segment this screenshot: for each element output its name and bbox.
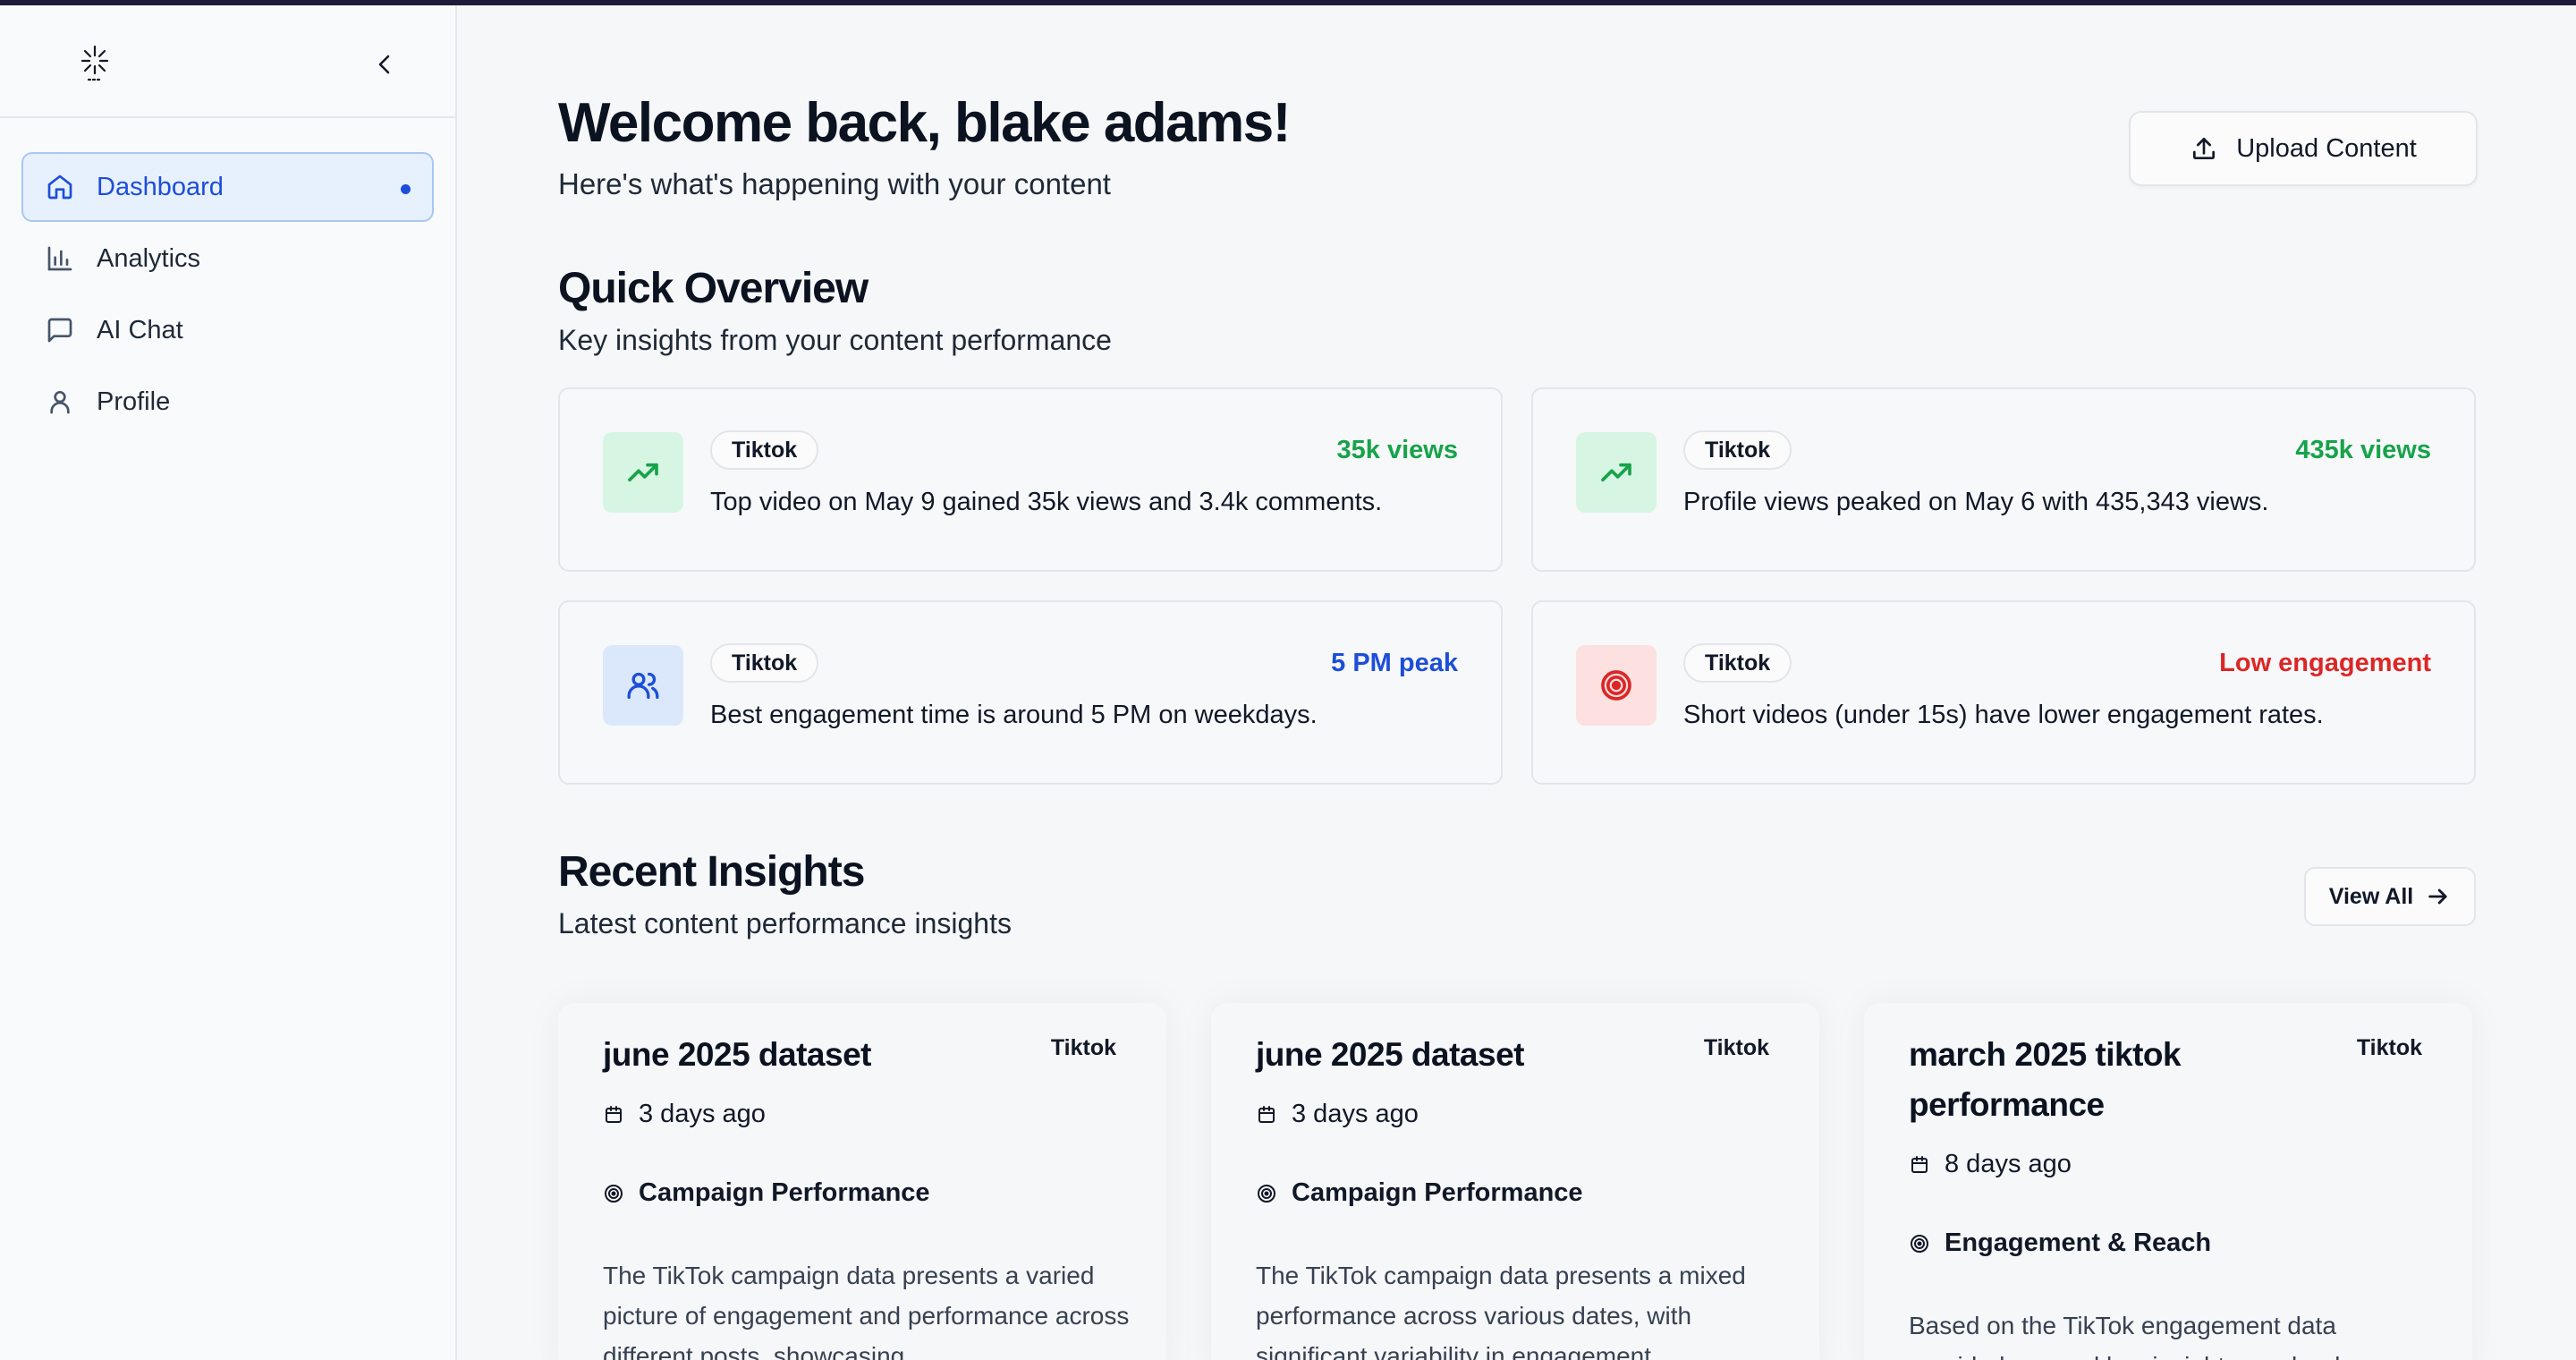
insight-platform: Tiktok: [1703, 1035, 1769, 1060]
platform-badge: Tiktok: [1683, 430, 1792, 470]
target-icon: [603, 1183, 624, 1204]
overview-card[interactable]: Tiktok 35k views Top video on May 9 gain…: [558, 387, 1503, 572]
insight-category: Campaign Performance: [603, 1178, 930, 1208]
insight-category-label: Campaign Performance: [639, 1178, 930, 1207]
upload-content-label: Upload Content: [2236, 133, 2417, 163]
insight-title: june 2025 dataset: [1256, 1036, 1524, 1073]
insight-date-label: 3 days ago: [639, 1100, 766, 1128]
insight-date: 8 days ago: [1909, 1150, 2072, 1179]
sidebar-item-profile[interactable]: Profile: [21, 367, 434, 437]
section-title: Quick Overview: [558, 265, 869, 312]
overview-text: Profile views peaked on May 6 with 435,3…: [1683, 488, 2269, 516]
calendar-icon: [603, 1104, 624, 1126]
insight-title: march 2025 tiktok performance: [1909, 1036, 2182, 1123]
chevron-left-icon: [378, 55, 390, 74]
section-subtitle: Latest content performance insights: [558, 907, 1012, 939]
insight-card[interactable]: june 2025 dataset Tiktok 3 days ago Camp…: [558, 1003, 1166, 1360]
sidebar-item-label: Dashboard: [97, 172, 224, 201]
upload-content-button[interactable]: Upload Content: [2129, 111, 2478, 186]
platform-badge: Tiktok: [710, 643, 819, 683]
sidebar-nav: Dashboard Analytics AI Chat Profile: [0, 118, 455, 437]
overview-text: Best engagement time is around 5 PM on w…: [710, 701, 1318, 729]
trending-up-icon: [603, 432, 683, 513]
message-square-icon: [45, 315, 75, 345]
calendar-icon: [1256, 1104, 1277, 1126]
recent-insights-header: Recent Insights Latest content performan…: [558, 847, 2476, 940]
sidebar-item-label: AI Chat: [97, 315, 183, 344]
insight-platform: Tiktok: [2356, 1035, 2422, 1060]
view-all-label: View All: [2328, 883, 2414, 909]
platform-badge: Tiktok: [710, 430, 819, 470]
insight-date-label: 3 days ago: [1292, 1100, 1419, 1128]
active-indicator-dot: [401, 184, 411, 194]
sidebar: Dashboard Analytics AI Chat Profile: [0, 5, 457, 1360]
quick-overview-section: Quick Overview Key insights from your co…: [558, 264, 2476, 785]
insight-category-label: Engagement & Reach: [1945, 1228, 2212, 1257]
insight-card[interactable]: june 2025 dataset Tiktok 3 days ago Camp…: [1211, 1003, 1819, 1360]
sidebar-header: [0, 5, 455, 118]
platform-badge: Tiktok: [1683, 643, 1792, 683]
insight-category: Engagement & Reach: [1909, 1228, 2211, 1258]
metric-value: 5 PM peak: [1331, 649, 1458, 677]
insight-date-label: 8 days ago: [1945, 1150, 2072, 1178]
collapse-sidebar-button[interactable]: [367, 47, 402, 82]
insight-category: Campaign Performance: [1256, 1178, 1583, 1208]
bar-chart-icon: [45, 243, 75, 274]
sidebar-item-label: Profile: [97, 387, 171, 416]
calendar-icon: [1909, 1154, 1930, 1176]
sidebar-item-dashboard[interactable]: Dashboard: [21, 152, 434, 222]
insight-body: The TikTok campaign data presents a vari…: [603, 1262, 1130, 1360]
logo-icon[interactable]: [77, 43, 113, 84]
insight-body: Based on the TikTok engagement data prov…: [1909, 1312, 2416, 1360]
users-icon: [603, 645, 683, 726]
overview-card[interactable]: Tiktok Low engagement Short videos (unde…: [1531, 600, 2476, 785]
target-icon: [1909, 1233, 1930, 1254]
overview-card[interactable]: Tiktok 5 PM peak Best engagement time is…: [558, 600, 1503, 785]
home-icon: [45, 172, 75, 202]
view-all-button[interactable]: View All: [2304, 867, 2476, 926]
sidebar-item-ai-chat[interactable]: AI Chat: [21, 295, 434, 365]
target-icon: [1256, 1183, 1277, 1204]
insight-category-label: Campaign Performance: [1292, 1178, 1583, 1207]
insights-list: june 2025 dataset Tiktok 3 days ago Camp…: [558, 1003, 2476, 1360]
target-icon: [1576, 645, 1657, 726]
section-title: Recent Insights: [558, 848, 865, 896]
overview-text: Top video on May 9 gained 35k views and …: [710, 488, 1383, 516]
insight-date: 3 days ago: [1256, 1100, 1419, 1129]
insight-card[interactable]: march 2025 tiktok performance Tiktok 8 d…: [1864, 1003, 2472, 1360]
arrow-right-icon: [2426, 884, 2451, 909]
section-subtitle: Key insights from your content performan…: [558, 324, 1112, 356]
insight-platform: Tiktok: [1050, 1035, 1116, 1060]
overview-card[interactable]: Tiktok 435k views Profile views peaked o…: [1531, 387, 2476, 572]
metric-value: 435k views: [2295, 436, 2431, 464]
main-content: Welcome back, blake adams! Here's what's…: [558, 5, 2478, 1360]
insight-body: The TikTok campaign data presents a mixe…: [1256, 1262, 1746, 1360]
metric-value: 35k views: [1336, 436, 1458, 464]
sidebar-item-analytics[interactable]: Analytics: [21, 224, 434, 293]
overview-grid: Tiktok 35k views Top video on May 9 gain…: [558, 387, 2476, 785]
user-icon: [45, 387, 75, 417]
trending-up-icon: [1576, 432, 1657, 513]
overview-text: Short videos (under 15s) have lower enga…: [1683, 701, 2324, 729]
upload-icon: [2190, 134, 2218, 163]
sidebar-item-label: Analytics: [97, 243, 201, 273]
metric-value: Low engagement: [2219, 649, 2431, 677]
insight-title: june 2025 dataset: [603, 1036, 871, 1073]
insight-date: 3 days ago: [603, 1100, 766, 1129]
